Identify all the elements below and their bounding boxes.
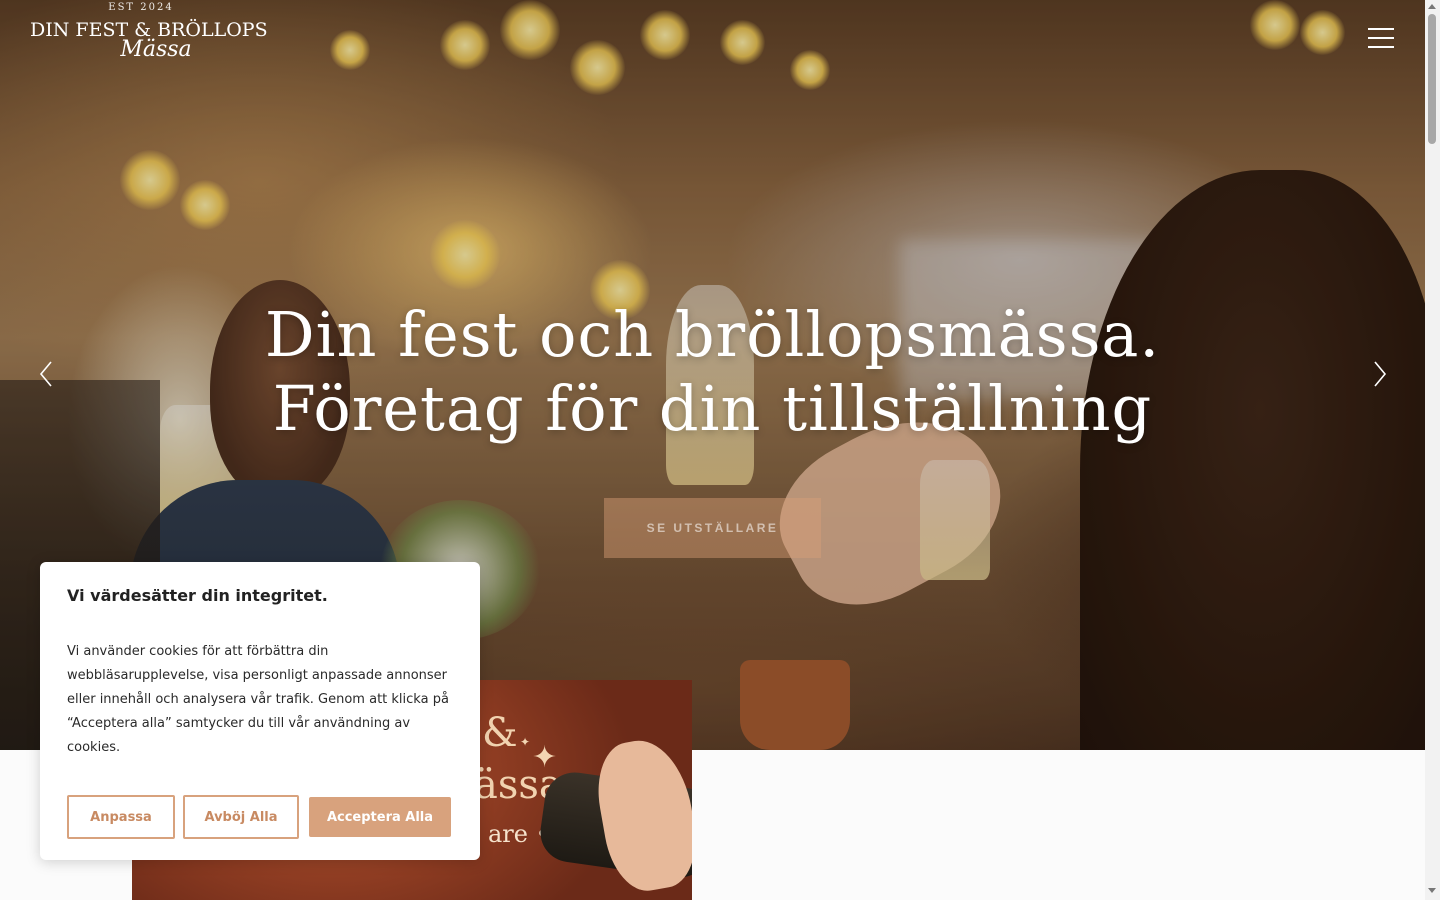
sparkle-icon: ✦ [532,740,558,775]
cookie-description: Vi använder cookies för att förbättra di… [67,644,449,755]
site-logo[interactable]: EST 2024 DIN FEST & BRÖLLOPS Mässa [30,2,268,78]
hamburger-line [1368,28,1394,30]
scroll-down-icon[interactable] [1428,888,1436,893]
hamburger-menu-icon[interactable] [1368,28,1394,48]
page-scrollbar[interactable] [1425,0,1440,900]
customize-button[interactable]: Anpassa [67,795,175,839]
sparkle-icon: ✦ [520,735,531,749]
hero-title: Din fest och bröllopsmässa. Företag för … [0,298,1425,446]
hero-title-line1: Din fest och bröllopsmässa. [264,298,1161,371]
logo-est: EST 2024 [108,2,174,13]
see-exhibitors-button[interactable]: SE UTSTÄLLARE [604,498,821,558]
scroll-up-icon[interactable] [1428,4,1436,9]
hamburger-line [1368,37,1394,39]
cookie-title: Vi värdesätter din integritet. [67,586,328,605]
hamburger-line [1368,46,1394,48]
scrollbar-thumb[interactable] [1428,14,1436,144]
accept-all-button[interactable]: Acceptera Alla [309,797,451,837]
hero-title-line2: Företag för din tillställning [272,372,1153,445]
promo-line1: & [482,710,518,756]
cookie-consent-banner: Vi värdesätter din integritet. Vi använd… [40,562,480,860]
pouring-hand [589,733,692,897]
reject-all-button[interactable]: Avböj Alla [183,795,299,839]
